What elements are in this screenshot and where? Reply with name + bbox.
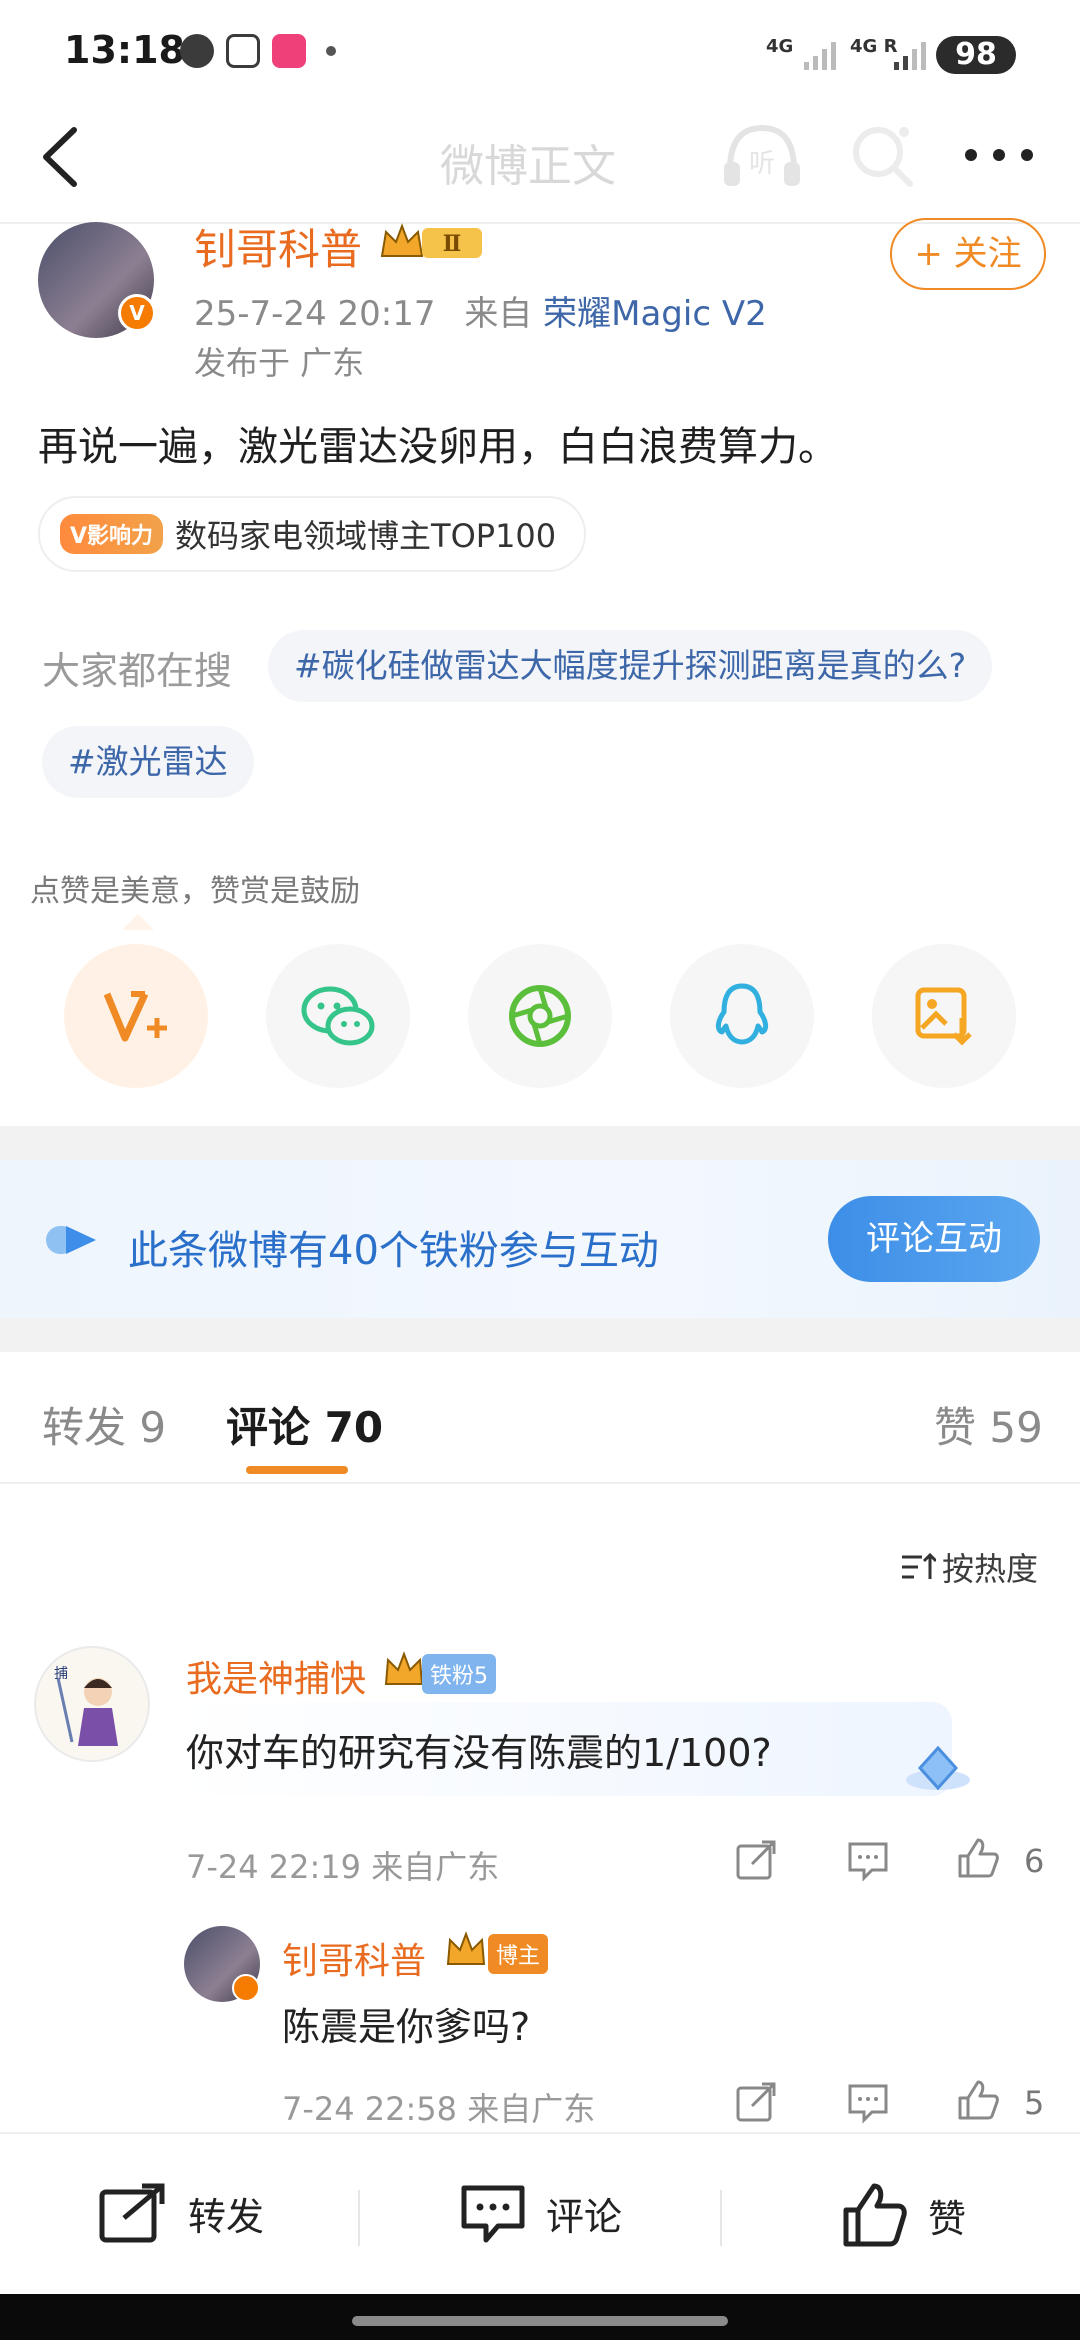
reply-reply-icon[interactable] bbox=[846, 2080, 890, 2124]
more-icon[interactable] bbox=[964, 148, 1034, 162]
save-image-icon bbox=[915, 987, 972, 1046]
reward-button[interactable] bbox=[64, 944, 208, 1088]
diamond-decoration-icon bbox=[906, 1745, 970, 1791]
post-location: 发布于 广东 bbox=[194, 344, 365, 382]
share-moments-button[interactable] bbox=[468, 944, 612, 1088]
iron-fans-text: 此条微博有40个铁粉参与互动 bbox=[128, 1228, 659, 1274]
section-spacer bbox=[0, 1318, 1080, 1352]
like-icon bbox=[843, 2183, 907, 2247]
owner-badge: 博主 bbox=[488, 1934, 549, 1974]
search-chip[interactable]: #碳化硅做雷达大幅度提升探测距离是真的么? bbox=[268, 630, 993, 702]
reward-v-icon bbox=[103, 991, 167, 1042]
crown-icon: Ⅱ bbox=[380, 223, 482, 258]
dot-icon bbox=[326, 46, 336, 56]
praise-pointer bbox=[122, 914, 154, 930]
commenter-name[interactable]: 我是神捕快 bbox=[186, 1650, 366, 1702]
comment-text: 你对车的研究有没有陈震的1/100? bbox=[186, 1731, 772, 1775]
cartoon-avatar-icon: 捕 bbox=[54, 1666, 118, 1746]
sort-icon bbox=[902, 1552, 936, 1579]
verified-badge-icon: V bbox=[118, 294, 156, 332]
comment-button[interactable]: 评论 bbox=[460, 2182, 622, 2244]
back-icon[interactable] bbox=[36, 124, 86, 190]
reply-like-count: 5 bbox=[1024, 2084, 1045, 2122]
home-indicator[interactable] bbox=[352, 2316, 728, 2326]
post-source-prefix: 来自 bbox=[464, 294, 533, 334]
signal-2-icon bbox=[894, 42, 926, 70]
influence-text: 数码家电领域博主TOP100 bbox=[175, 517, 557, 555]
comment-icon bbox=[461, 2185, 525, 2243]
section-spacer bbox=[0, 1126, 1080, 1160]
repost-icon bbox=[99, 2183, 165, 2243]
like-reply-icon[interactable] bbox=[956, 2078, 1000, 2122]
like-button[interactable]: 赞 bbox=[842, 2182, 966, 2248]
praise-label: 点赞是美意，赞赏是鼓励 bbox=[30, 874, 360, 909]
bottom-separator bbox=[720, 2190, 722, 2246]
status-time: 13:18 bbox=[64, 28, 185, 72]
svg-text:Ⅱ: Ⅱ bbox=[443, 231, 462, 257]
iron-fan-badge: 铁粉5 bbox=[422, 1654, 496, 1694]
author-name[interactable]: 钊哥科普 bbox=[194, 216, 362, 277]
bottom-separator bbox=[358, 2190, 360, 2246]
svg-text:捕: 捕 bbox=[54, 1666, 68, 1682]
share-comment-icon[interactable] bbox=[734, 1838, 778, 1882]
repost-button[interactable]: 转发 bbox=[98, 2182, 264, 2244]
gallery-icon bbox=[226, 34, 260, 68]
reply-meta: 7-24 22:58 来自广东 bbox=[282, 2090, 596, 2128]
repost-label: 转发 bbox=[188, 2194, 265, 2239]
tab-active-indicator bbox=[246, 1466, 348, 1474]
moments-icon bbox=[509, 985, 571, 1047]
owner-crown-icon bbox=[446, 1931, 486, 1965]
commenter-avatar[interactable]: 捕 bbox=[34, 1646, 150, 1762]
iron-fans-icon bbox=[46, 1226, 96, 1254]
comment-interact-button[interactable]: 评论互动 bbox=[828, 1196, 1040, 1282]
share-reply-icon[interactable] bbox=[734, 2080, 778, 2124]
tab-comment[interactable]: 评论 70 bbox=[226, 1394, 383, 1455]
svg-text:听: 听 bbox=[749, 149, 775, 179]
listen-icon[interactable]: 听 bbox=[720, 120, 804, 190]
comment-like-count: 6 bbox=[1024, 1842, 1045, 1880]
tabs-divider bbox=[0, 1482, 1080, 1484]
share-qq-button[interactable] bbox=[670, 944, 814, 1088]
nav-title: 微博正文 bbox=[440, 141, 616, 192]
influence-tag: V影响力 bbox=[60, 514, 164, 554]
wechat-icon bbox=[301, 986, 375, 1046]
signal-1-icon bbox=[804, 42, 836, 70]
follow-button[interactable]: + 关注 bbox=[890, 218, 1046, 290]
ai-search-icon[interactable] bbox=[848, 122, 918, 192]
search-chip[interactable]: #激光雷达 bbox=[42, 726, 254, 798]
save-image-button[interactable] bbox=[872, 944, 1016, 1088]
reply-verified-badge-icon bbox=[232, 1974, 260, 2002]
tab-like[interactable]: 赞 59 bbox=[934, 1394, 1043, 1455]
qq-icon bbox=[715, 983, 769, 1045]
reply-comment-icon[interactable] bbox=[846, 1838, 890, 1882]
sort-label: 按热度 bbox=[942, 1550, 1039, 1588]
sort-button[interactable]: 按热度 bbox=[900, 1544, 1038, 1590]
message-icon bbox=[180, 34, 214, 68]
post-time: 25-7-24 20:17 bbox=[194, 294, 436, 334]
battery-indicator: 98 bbox=[936, 36, 1016, 74]
fan-crown-icon bbox=[384, 1651, 424, 1685]
comment-meta: 7-24 22:19 来自广东 bbox=[186, 1848, 500, 1886]
level-badge: Ⅱ bbox=[378, 220, 490, 264]
signal-1-label: 4G bbox=[766, 36, 794, 57]
post-device[interactable]: 荣耀Magic V2 bbox=[543, 294, 767, 334]
post-meta: 25-7-24 20:17 来自 荣耀Magic V2 bbox=[194, 286, 767, 335]
tab-repost[interactable]: 转发 9 bbox=[42, 1394, 166, 1455]
reply-text: 陈震是你爹吗? bbox=[282, 2005, 531, 2049]
reply-author-name[interactable]: 钊哥科普 bbox=[282, 1932, 426, 1984]
share-wechat-button[interactable] bbox=[266, 944, 410, 1088]
like-comment-icon[interactable] bbox=[956, 1836, 1000, 1880]
status-notification-icons bbox=[180, 34, 336, 68]
comment-label: 评论 bbox=[546, 2194, 623, 2239]
search-label: 大家都在搜 bbox=[42, 649, 233, 693]
post-text: 再说一遍，激光雷达没卵用，白白浪费算力。 bbox=[38, 424, 838, 470]
shopping-icon bbox=[272, 34, 306, 68]
signal-2-label: 4G R bbox=[850, 36, 898, 57]
influence-badge[interactable]: V影响力 数码家电领域博主TOP100 bbox=[38, 496, 587, 572]
like-label: 赞 bbox=[928, 2196, 967, 2241]
